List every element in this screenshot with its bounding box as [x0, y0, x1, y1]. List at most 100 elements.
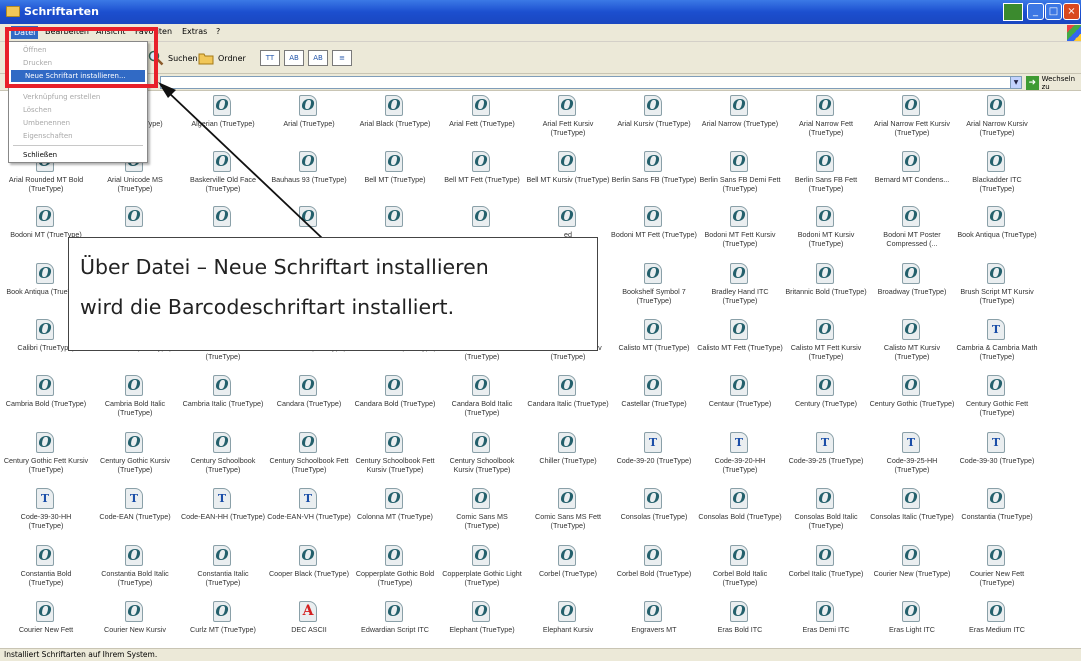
minimize-button[interactable]: _	[1027, 3, 1044, 20]
font-item[interactable]: O Copperplate Gothic Light (TrueType)	[439, 543, 525, 599]
font-item[interactable]: O Blackadder ITC (TrueType)	[954, 149, 1040, 205]
menu-item-eigenschaften[interactable]: Eigenschaften	[9, 130, 147, 142]
address-input[interactable]	[160, 76, 1022, 89]
font-item[interactable]: T Code-39-30 (TrueType)	[954, 430, 1040, 486]
font-item[interactable]: O Book Antiqua (TrueType)	[954, 204, 1040, 260]
font-item[interactable]: O Eras Demi ITC	[783, 599, 869, 648]
font-item[interactable]: O Calisto MT (TrueType)	[611, 317, 697, 373]
font-item[interactable]: O Arial Kursiv (TrueType)	[611, 93, 697, 149]
font-item[interactable]: T Cambria & Cambria Math (TrueType)	[954, 317, 1040, 373]
font-item[interactable]: O Bodoni MT Fett (TrueType)	[611, 204, 697, 260]
view-thumbnails-button[interactable]: TT	[260, 50, 280, 66]
font-item[interactable]: O Courier New Kursiv	[92, 599, 178, 648]
font-item[interactable]: O Century Gothic Kursiv (TrueType)	[92, 430, 178, 486]
font-item[interactable]: O Candara Bold (TrueType)	[352, 373, 438, 429]
font-item[interactable]: T Code-EAN-HH (TrueType)	[180, 486, 266, 542]
menu-help[interactable]: ?	[216, 27, 220, 36]
font-item[interactable]: O Elephant (TrueType)	[439, 599, 525, 648]
font-item[interactable]: O Brush Script MT Kursiv (TrueType)	[954, 261, 1040, 317]
font-item[interactable]: O Bauhaus 93 (TrueType)	[266, 149, 352, 205]
menu-item-schliessen[interactable]: Schließen	[9, 149, 147, 161]
font-item[interactable]: O Courier New Fett	[3, 599, 89, 648]
font-item[interactable]: O Candara Italic (TrueType)	[525, 373, 611, 429]
font-item[interactable]: T Code-EAN (TrueType)	[92, 486, 178, 542]
font-item[interactable]: O Arial Narrow (TrueType)	[697, 93, 783, 149]
font-item[interactable]: O Eras Medium ITC	[954, 599, 1040, 648]
font-item[interactable]: O Consolas (TrueType)	[611, 486, 697, 542]
font-item[interactable]: O Britannic Bold (TrueType)	[783, 261, 869, 317]
font-item[interactable]: O Century Gothic Fett Kursiv (TrueType)	[3, 430, 89, 486]
font-item[interactable]: O Copperplate Gothic Bold (TrueType)	[352, 543, 438, 599]
font-item[interactable]: T Code-39-30-HH (TrueType)	[3, 486, 89, 542]
font-item[interactable]: O Calisto MT Fett Kursiv (TrueType)	[783, 317, 869, 373]
font-item[interactable]: O Berlin Sans FB Fett (TrueType)	[783, 149, 869, 205]
font-item[interactable]: O Bell MT Kursiv (TrueType)	[525, 149, 611, 205]
font-item[interactable]: O Colonna MT (TrueType)	[352, 486, 438, 542]
font-item[interactable]: O Eras Bold ITC	[697, 599, 783, 648]
font-item[interactable]: O Consolas Bold (TrueType)	[697, 486, 783, 542]
font-item[interactable]: O Bell MT Fett (TrueType)	[439, 149, 525, 205]
font-item[interactable]: T Code-39-25-HH (TrueType)	[869, 430, 955, 486]
font-item[interactable]: O Algerian (TrueType)	[180, 93, 266, 149]
font-item[interactable]: O Bodoni MT Kursiv (TrueType)	[783, 204, 869, 260]
font-item[interactable]: O Bodoni MT Poster Compressed (...	[869, 204, 955, 260]
font-item[interactable]: O Arial (TrueType)	[266, 93, 352, 149]
font-item[interactable]: O Century Schoolbook Fett Kursiv (TrueTyp…	[352, 430, 438, 486]
font-item[interactable]: O Calisto MT Fett (TrueType)	[697, 317, 783, 373]
font-item[interactable]: O Bodoni MT Fett Kursiv (TrueType)	[697, 204, 783, 260]
menu-item-umbenennen[interactable]: Umbenennen	[9, 117, 147, 129]
font-item[interactable]: O Corbel Italic (TrueType)	[783, 543, 869, 599]
font-item[interactable]: O Constantia Italic (TrueType)	[180, 543, 266, 599]
font-item[interactable]: O Cambria Bold (TrueType)	[3, 373, 89, 429]
font-item[interactable]: O Cambria Italic (TrueType)	[180, 373, 266, 429]
font-item[interactable]: O Chiller (TrueType)	[525, 430, 611, 486]
font-item[interactable]: O Bookshelf Symbol 7 (TrueType)	[611, 261, 697, 317]
view-icons-button[interactable]: AB	[308, 50, 328, 66]
font-item[interactable]: O Constantia Bold (TrueType)	[3, 543, 89, 599]
go-button[interactable]: ➜ Wechseln zu	[1026, 75, 1081, 91]
font-item[interactable]: O Century Schoolbook Fett (TrueType)	[266, 430, 352, 486]
font-item[interactable]: O Berlin Sans FB (TrueType)	[611, 149, 697, 205]
font-item[interactable]: O Bell MT (TrueType)	[352, 149, 438, 205]
font-item[interactable]: O Edwardian Script ITC	[352, 599, 438, 648]
view-tiles-button[interactable]: AB	[284, 50, 304, 66]
chevron-down-icon[interactable]: ▼	[1010, 76, 1022, 89]
menu-extras[interactable]: Extras	[182, 27, 207, 36]
font-item[interactable]: T Code-39-25 (TrueType)	[783, 430, 869, 486]
font-item[interactable]: T Code-39-20-HH (TrueType)	[697, 430, 783, 486]
font-item[interactable]: O Constantia Bold Italic (TrueType)	[92, 543, 178, 599]
font-item[interactable]: O Corbel (TrueType)	[525, 543, 611, 599]
font-item[interactable]: O Bernard MT Condens...	[869, 149, 955, 205]
font-item[interactable]: O Arial Black (TrueType)	[352, 93, 438, 149]
font-item[interactable]: O Cooper Black (TrueType)	[266, 543, 352, 599]
font-item[interactable]: O Century Gothic (TrueType)	[869, 373, 955, 429]
maximize-button[interactable]: □	[1045, 3, 1062, 20]
menu-item-verknuepfung[interactable]: Verknüpfung erstellen	[9, 91, 147, 103]
font-item[interactable]: O Cambria Bold Italic (TrueType)	[92, 373, 178, 429]
font-item[interactable]: A DEC ASCII	[266, 599, 352, 648]
font-item[interactable]: O Arial Narrow Fett (TrueType)	[783, 93, 869, 149]
font-item[interactable]: O Century Gothic Fett (TrueType)	[954, 373, 1040, 429]
font-item[interactable]: O Castellar (TrueType)	[611, 373, 697, 429]
close-button[interactable]: ×	[1063, 3, 1080, 20]
font-item[interactable]: T Code-EAN-VH (TrueType)	[266, 486, 352, 542]
folders-button[interactable]: Ordner	[198, 50, 246, 66]
font-item[interactable]: O Consolas Italic (TrueType)	[869, 486, 955, 542]
menu-item-loeschen[interactable]: Löschen	[9, 104, 147, 116]
font-item[interactable]: O Berlin Sans FB Demi Fett (TrueType)	[697, 149, 783, 205]
font-item[interactable]: O Arial Fett (TrueType)	[439, 93, 525, 149]
font-item[interactable]: O Consolas Bold Italic (TrueType)	[783, 486, 869, 542]
font-item[interactable]: O Elephant Kursiv	[525, 599, 611, 648]
font-item[interactable]: O Constantia (TrueType)	[954, 486, 1040, 542]
font-item[interactable]: O Arial Narrow Kursiv (TrueType)	[954, 93, 1040, 149]
font-item[interactable]: O Arial Fett Kursiv (TrueType)	[525, 93, 611, 149]
font-item[interactable]: O Comic Sans MS Fett (TrueType)	[525, 486, 611, 542]
font-item[interactable]: O Candara Bold Italic (TrueType)	[439, 373, 525, 429]
font-item[interactable]: O Courier New Fett (TrueType)	[954, 543, 1040, 599]
font-item[interactable]: O Calisto MT Kursiv (TrueType)	[869, 317, 955, 373]
font-item[interactable]: O Centaur (TrueType)	[697, 373, 783, 429]
font-item[interactable]: O Century (TrueType)	[783, 373, 869, 429]
font-item[interactable]: O Corbel Bold Italic (TrueType)	[697, 543, 783, 599]
view-list-button[interactable]: ≡	[332, 50, 352, 66]
font-item[interactable]: O Engravers MT	[611, 599, 697, 648]
